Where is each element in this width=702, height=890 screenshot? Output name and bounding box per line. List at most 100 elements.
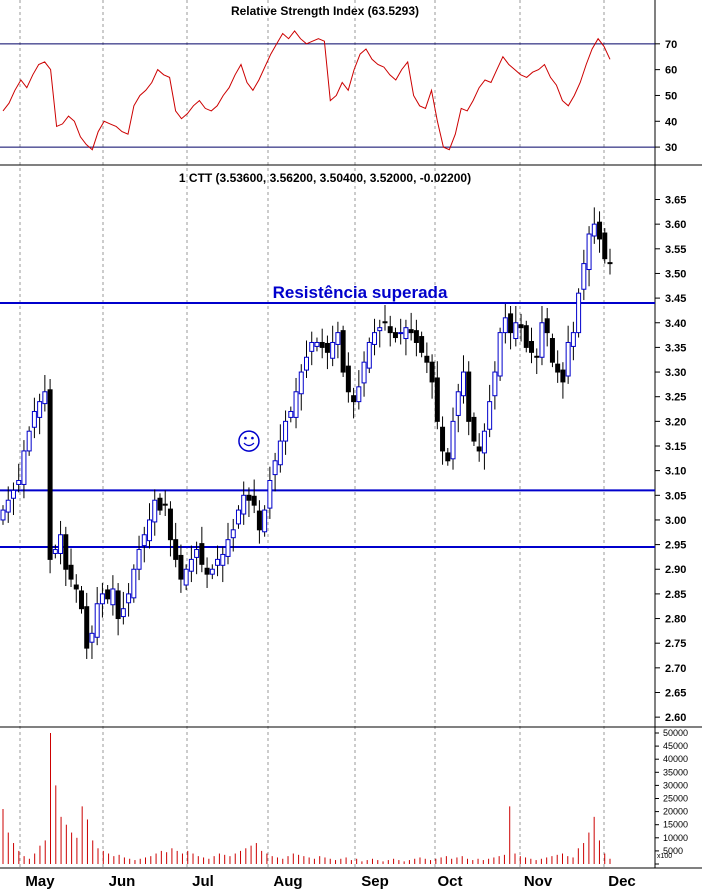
candle-body: [419, 336, 425, 353]
candle-body: [319, 341, 325, 348]
candle-body: [37, 401, 43, 418]
month-label: Sep: [361, 873, 389, 890]
candle-body: [16, 480, 22, 485]
candle-body: [246, 494, 252, 501]
rsi-line: [2, 30, 611, 151]
candle-body: [487, 401, 493, 430]
rsi-title: Relative Strength Index (63.5293): [231, 4, 419, 18]
candle-body: [99, 593, 105, 605]
smiley-eye: [244, 436, 247, 440]
month-label: Jun: [109, 873, 136, 890]
volume-tick-label: 25000: [663, 794, 688, 804]
candle-body: [204, 567, 210, 575]
candle-body: [450, 420, 456, 460]
candle-body: [183, 568, 189, 586]
candle-body: [89, 632, 95, 643]
candle-body: [73, 584, 79, 590]
candle-body: [178, 554, 184, 580]
candle-body: [230, 529, 236, 539]
candle-body: [429, 361, 435, 383]
candle-body: [141, 534, 147, 547]
candle-body: [152, 499, 158, 523]
candle-body: [555, 363, 561, 373]
candle-body: [581, 263, 587, 290]
candle-body: [293, 391, 299, 418]
candle-body: [408, 329, 414, 334]
candle-body: [47, 389, 53, 560]
candle-body: [21, 450, 27, 485]
candle-body: [256, 510, 262, 531]
rsi-tick-label: 70: [665, 39, 677, 51]
volume-tick-label: 50000: [663, 728, 688, 738]
price-tick-label: 3.00: [665, 515, 686, 527]
resistance-annotation: Resistência superada: [273, 283, 448, 302]
candle-body: [283, 420, 289, 442]
candle-body: [63, 534, 69, 570]
price-tick-label: 3.05: [665, 490, 686, 502]
candle-body: [372, 332, 378, 345]
candle-body: [502, 317, 508, 334]
candle-body: [225, 539, 231, 557]
candle-body: [147, 519, 153, 542]
candle-body: [549, 338, 555, 363]
candle-body: [345, 365, 351, 393]
candle-body: [513, 322, 519, 340]
month-label: Nov: [524, 873, 553, 890]
candle-body: [288, 410, 294, 418]
price-tick-label: 3.45: [665, 293, 686, 305]
smiley-icon: [238, 430, 260, 452]
candle-body: [120, 608, 126, 618]
candle-body: [304, 356, 309, 371]
candle-body: [455, 391, 461, 416]
candle-body: [424, 355, 430, 363]
month-label: Oct: [437, 873, 462, 890]
candle-body: [251, 495, 257, 506]
volume-tick-label: 45000: [663, 741, 688, 751]
candle-body: [194, 549, 200, 558]
candle-body: [597, 221, 603, 240]
candle-body: [544, 318, 550, 334]
candle-body: [565, 341, 571, 377]
candle-body: [26, 430, 32, 452]
candle-body: [272, 460, 278, 476]
candle-body: [298, 371, 304, 395]
candle-body: [131, 568, 137, 599]
candle-body: [277, 440, 283, 466]
candle-body: [5, 499, 11, 513]
candle-body: [434, 377, 440, 422]
volume-tick-label: 10000: [663, 833, 688, 843]
candle-body: [0, 509, 6, 521]
stock-chart: Relative Strength Index (63.5293) 30 40 50 6…: [0, 0, 702, 890]
price-tick-label: 3.50: [665, 268, 686, 280]
candle-body: [78, 590, 84, 610]
candle-body: [173, 539, 179, 560]
price-tick-label: 3.65: [665, 195, 686, 207]
candle-body: [591, 223, 597, 237]
rsi-tick-label: 30: [665, 142, 677, 154]
candle-body: [518, 324, 524, 329]
month-label: Aug: [273, 873, 302, 890]
candle-body: [497, 332, 503, 377]
candle-body: [115, 590, 121, 620]
price-tick-label: 3.25: [665, 392, 686, 404]
price-tick-label: 2.70: [665, 663, 686, 675]
price-tick-label: 2.60: [665, 712, 686, 724]
candle-body: [377, 327, 383, 332]
candle-body: [466, 371, 472, 422]
candle-body: [42, 391, 48, 405]
price-tick-label: 3.20: [665, 416, 686, 428]
candle-body: [445, 452, 451, 462]
price-title: 1 CTT (3.53600, 3.56200, 3.50400, 3.5200…: [179, 171, 471, 185]
candle-body: [220, 553, 226, 566]
candle-body: [471, 416, 477, 442]
candle-body: [105, 589, 111, 600]
candle-body: [52, 549, 58, 554]
rsi-tick-label: 50: [665, 90, 677, 102]
price-tick-label: 2.90: [665, 564, 686, 576]
candle-body: [440, 426, 446, 452]
candle-body: [188, 558, 194, 572]
candle-body: [241, 494, 247, 515]
price-tick-label: 2.75: [665, 638, 686, 650]
candle-body: [351, 395, 357, 403]
candle-body: [235, 509, 241, 525]
